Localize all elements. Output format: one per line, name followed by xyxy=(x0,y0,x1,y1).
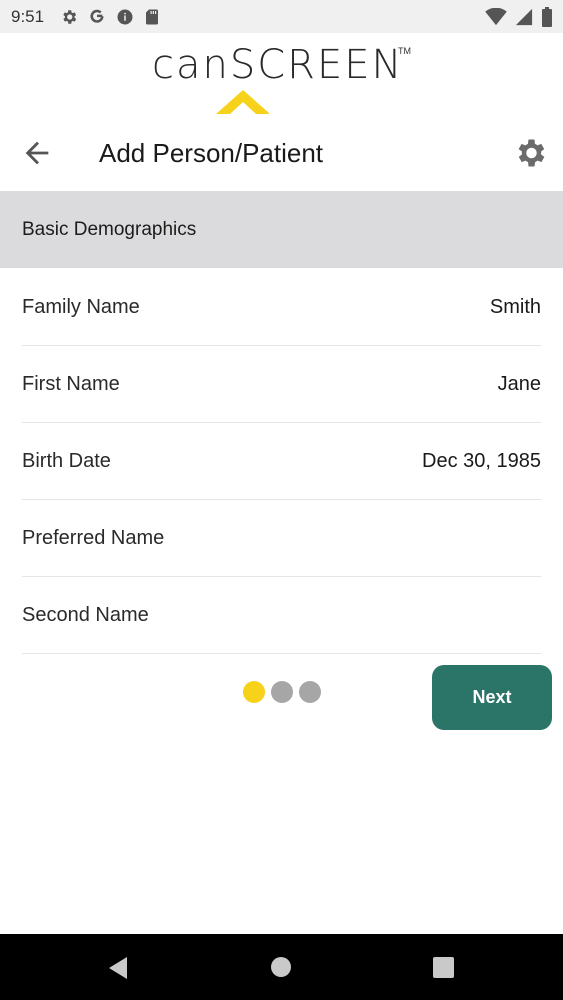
sd-card-icon xyxy=(146,9,159,24)
logo-chevron-icon xyxy=(216,90,270,114)
section-title: Basic Demographics xyxy=(22,218,197,240)
battery-icon xyxy=(542,6,552,27)
birth-date-value[interactable]: Dec 30, 1985 xyxy=(422,450,541,473)
nav-recents-icon[interactable] xyxy=(433,957,454,978)
wifi-icon xyxy=(485,7,507,25)
status-icons-left xyxy=(60,8,160,26)
first-name-value[interactable]: Jane xyxy=(498,373,541,396)
navigation-bar xyxy=(0,934,563,1000)
family-name-row[interactable]: Family Name Smith xyxy=(22,269,541,346)
page-title: Add Person/Patient xyxy=(99,138,324,168)
arrow-back-icon xyxy=(25,141,49,165)
nav-home-icon[interactable] xyxy=(271,957,291,977)
logo-text: canSCREEN xyxy=(152,42,404,88)
gear-icon xyxy=(518,139,545,167)
birth-date-label: Birth Date xyxy=(22,449,111,472)
first-name-label: First Name xyxy=(22,372,120,395)
app-bar: Add Person/Patient xyxy=(0,120,563,188)
preferred-name-row[interactable]: Preferred Name xyxy=(22,500,541,577)
next-button[interactable]: Next xyxy=(432,665,552,730)
preferred-name-label: Preferred Name xyxy=(22,526,165,549)
info-icon xyxy=(117,9,133,24)
status-icons-right xyxy=(485,6,553,27)
step-indicator xyxy=(243,681,321,703)
status-time: 9:51 xyxy=(11,6,45,26)
logo: canSCREEN TM xyxy=(0,40,563,120)
second-name-row[interactable]: Second Name xyxy=(22,577,541,654)
nav-back-icon[interactable] xyxy=(107,956,129,980)
google-icon xyxy=(90,9,104,23)
second-name-label: Second Name xyxy=(22,603,149,626)
signal-icon xyxy=(515,8,533,25)
birth-date-row[interactable]: Birth Date Dec 30, 1985 xyxy=(22,423,541,500)
logo-trademark: TM xyxy=(398,46,411,56)
family-name-value[interactable]: Smith xyxy=(490,296,541,319)
section-header: Basic Demographics xyxy=(0,191,563,268)
step-dot-2 xyxy=(271,681,293,703)
family-name-label: Family Name xyxy=(22,295,140,318)
settings-icon xyxy=(63,9,77,24)
first-name-row[interactable]: First Name Jane xyxy=(22,346,541,423)
step-dot-3 xyxy=(299,681,321,703)
step-dot-1 xyxy=(243,681,265,703)
back-button[interactable] xyxy=(20,136,54,170)
status-bar: 9:51 xyxy=(0,0,563,33)
settings-button[interactable] xyxy=(512,135,548,171)
